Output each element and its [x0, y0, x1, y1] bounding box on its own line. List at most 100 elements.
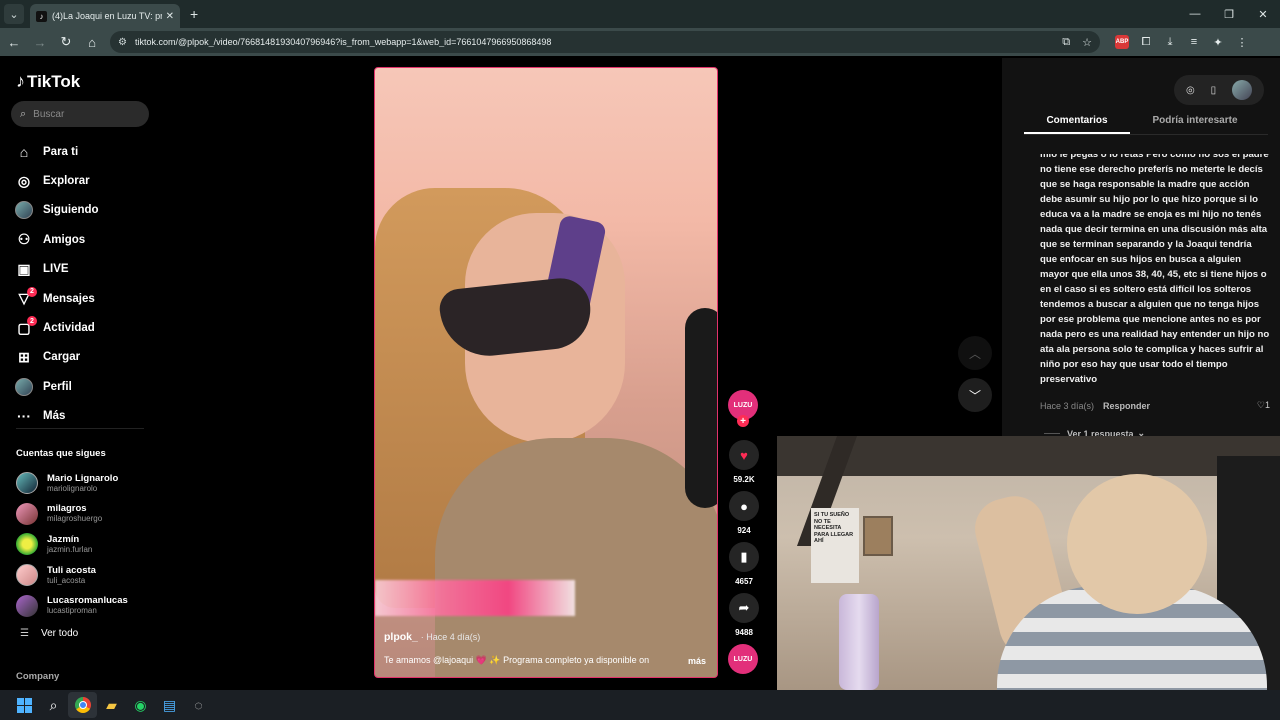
follow-plus-icon[interactable]: +	[737, 415, 749, 427]
sidebar-item-mas[interactable]: ··· Más	[14, 402, 99, 431]
sidebar-item-amigos[interactable]: ⚇ Amigos	[14, 225, 99, 254]
notification-badge: 2	[27, 316, 37, 327]
search-icon[interactable]: ⌕	[39, 692, 68, 718]
windows-start-icon[interactable]	[10, 692, 39, 718]
previous-video-button[interactable]: ︿	[958, 336, 992, 370]
like-action[interactable]: ♥ 59.2K	[728, 440, 760, 491]
company-link[interactable]: Company	[16, 671, 59, 682]
extensions-area: ABP ⧠ ⤓ ≡ ✦ ⋮	[1110, 31, 1254, 53]
following-item[interactable]: Mario Lignarolo mariolignarolo	[16, 468, 128, 499]
browser-menu-icon[interactable]: ⋮	[1230, 31, 1254, 53]
video-author[interactable]: plpok_ · Hace 4 día(s)	[384, 631, 480, 643]
notepad-icon[interactable]: ▤	[155, 692, 184, 718]
close-tab-icon[interactable]: ✕	[166, 11, 174, 22]
bookmark-icon[interactable]: ▮	[729, 542, 759, 572]
action-bar: LUZU + ♥ 59.2K ● 924 ▮ 4657 ➦ 9488 LUZU	[728, 390, 760, 674]
sidebar-item-mensajes[interactable]: ▽ 2 Mensajes	[14, 284, 99, 313]
os-taskbar: ⌕ ▰ ◉ ▤ ◌	[0, 690, 1280, 720]
sidebar-item-para-ti[interactable]: ⌂ Para ti	[14, 137, 99, 166]
heart-icon[interactable]: ♥	[729, 440, 759, 470]
compass-icon: ◎	[17, 172, 31, 189]
caption-more-button[interactable]: más	[688, 656, 706, 666]
music-disc[interactable]: LUZU	[728, 644, 758, 674]
restore-button[interactable]: ❐	[1212, 0, 1246, 28]
sidebar-item-actividad[interactable]: ▢ 2 Actividad	[14, 313, 99, 342]
search-icon: ⌕	[20, 107, 27, 120]
sidebar-item-siguiendo[interactable]: Siguiendo	[14, 196, 99, 225]
adblock-icon[interactable]: ABP	[1115, 35, 1129, 49]
share-count: 9488	[735, 628, 753, 637]
extensions-puzzle-icon[interactable]: ⧠	[1134, 31, 1158, 53]
tiktok-logo[interactable]: ♪ TikTok	[16, 71, 80, 92]
reload-icon[interactable]: ↻	[54, 30, 78, 54]
install-app-icon[interactable]: ⧉	[1062, 36, 1070, 49]
save-action[interactable]: ▮ 4657	[728, 542, 760, 593]
creator-avatar[interactable]: LUZU +	[728, 390, 758, 427]
address-bar[interactable]: ⚙ tiktok.com/@plpok_/video/7668148193040…	[110, 31, 1100, 53]
download-icon[interactable]: ⤓	[1158, 31, 1182, 53]
reply-button[interactable]: Responder	[1103, 401, 1150, 411]
notification-badge: 2	[27, 286, 37, 297]
reading-list-icon[interactable]: ≡	[1182, 31, 1206, 53]
tab-title: (4)La Joaqui en Luzu TV: progra	[52, 11, 162, 21]
explore-icon[interactable]: ◎	[1186, 85, 1195, 96]
following-item[interactable]: Lucasromanlucas lucastiproman	[16, 590, 128, 621]
avatar	[16, 472, 38, 495]
video-player[interactable]: plpok_ · Hace 4 día(s) Te amamos @lajoaq…	[374, 67, 718, 678]
upload-icon: ⊞	[18, 348, 30, 365]
url-text: tiktok.com/@plpok_/video/766814819304079…	[134, 37, 552, 47]
music-badge: LUZU	[733, 655, 753, 663]
comment-like[interactable]: ♡1	[1257, 400, 1270, 411]
sidebar-item-live[interactable]: ▣ LIVE	[14, 255, 99, 284]
file-explorer-icon[interactable]: ▰	[97, 692, 126, 718]
sidebar-item-explorar[interactable]: ◎ Explorar	[14, 166, 99, 195]
wall-poster: SI TU SUEÑO NO TE NECESITA PARA LLEGAR A…	[811, 508, 859, 583]
comment-icon[interactable]: ●	[729, 491, 759, 521]
tab-list-button[interactable]: ⌄	[4, 4, 24, 24]
following-item[interactable]: Jazmín jazmin.furlan	[16, 529, 128, 560]
home-icon[interactable]: ⌂	[80, 30, 104, 54]
back-icon[interactable]: ←	[2, 30, 26, 54]
bookmark-star-icon[interactable]: ☆	[1082, 36, 1092, 49]
sidebar-item-label: Explorar	[43, 175, 90, 188]
share-icon[interactable]: ➦	[729, 593, 759, 623]
sidebar-item-cargar[interactable]: ⊞ Cargar	[14, 343, 99, 372]
sidebar-item-perfil[interactable]: Perfil	[14, 372, 99, 401]
webcam-overlay: SI TU SUEÑO NO TE NECESITA PARA LLEGAR A…	[777, 436, 1280, 690]
comment-action[interactable]: ● 924	[728, 491, 760, 542]
profile-extension-icon[interactable]: ✦	[1206, 31, 1230, 53]
following-item[interactable]: milagros milagroshuergo	[16, 499, 128, 530]
divider	[1044, 433, 1060, 434]
next-video-button[interactable]: ﹀	[958, 378, 992, 412]
save-count: 4657	[735, 577, 753, 586]
chrome-icon[interactable]	[68, 692, 97, 718]
comment-text: mío le pegás o lo retás Pero como no sos…	[1040, 154, 1270, 385]
following-title: Cuentas que sigues	[16, 448, 106, 459]
tab-podria-interesarte[interactable]: Podría interesarte	[1130, 111, 1260, 134]
following-name: Tuli acosta	[47, 564, 96, 576]
following-item[interactable]: Tuli acosta tuli_acosta	[16, 560, 128, 591]
chevron-down-icon: ﹀	[968, 388, 981, 403]
following-list: Mario Lignarolo mariolignarolo milagros mi…	[16, 468, 128, 621]
sidebar-item-label: Para ti	[43, 145, 79, 158]
minimize-button[interactable]: —	[1178, 0, 1212, 28]
avatar[interactable]	[1232, 80, 1253, 100]
whatsapp-icon[interactable]: ◉	[126, 692, 155, 718]
friends-icon: ⚇	[17, 231, 31, 248]
new-tab-button[interactable]: +	[190, 6, 198, 22]
share-action[interactable]: ➦ 9488	[728, 593, 760, 644]
forward-icon[interactable]: →	[28, 30, 52, 54]
close-window-button[interactable]: ✕	[1246, 0, 1280, 28]
tab-comentarios[interactable]: Comentarios	[1024, 111, 1130, 134]
see-all-link[interactable]: ☰ Ver todo	[20, 628, 78, 639]
author-name: plpok_	[384, 631, 418, 643]
logo-text: TikTok	[27, 71, 81, 91]
device-icon[interactable]: ▯	[1211, 85, 1217, 96]
search-input[interactable]: ⌕ Buscar	[11, 101, 149, 127]
app-icon[interactable]: ◌	[184, 692, 213, 718]
heart-outline-icon: ♡	[1256, 400, 1265, 410]
browser-tab[interactable]: ♪ (4)La Joaqui en Luzu TV: progra ✕	[30, 4, 180, 28]
comment-like-count: 1	[1264, 400, 1270, 410]
avatar	[16, 502, 38, 525]
site-info-icon[interactable]: ⚙	[118, 37, 127, 48]
